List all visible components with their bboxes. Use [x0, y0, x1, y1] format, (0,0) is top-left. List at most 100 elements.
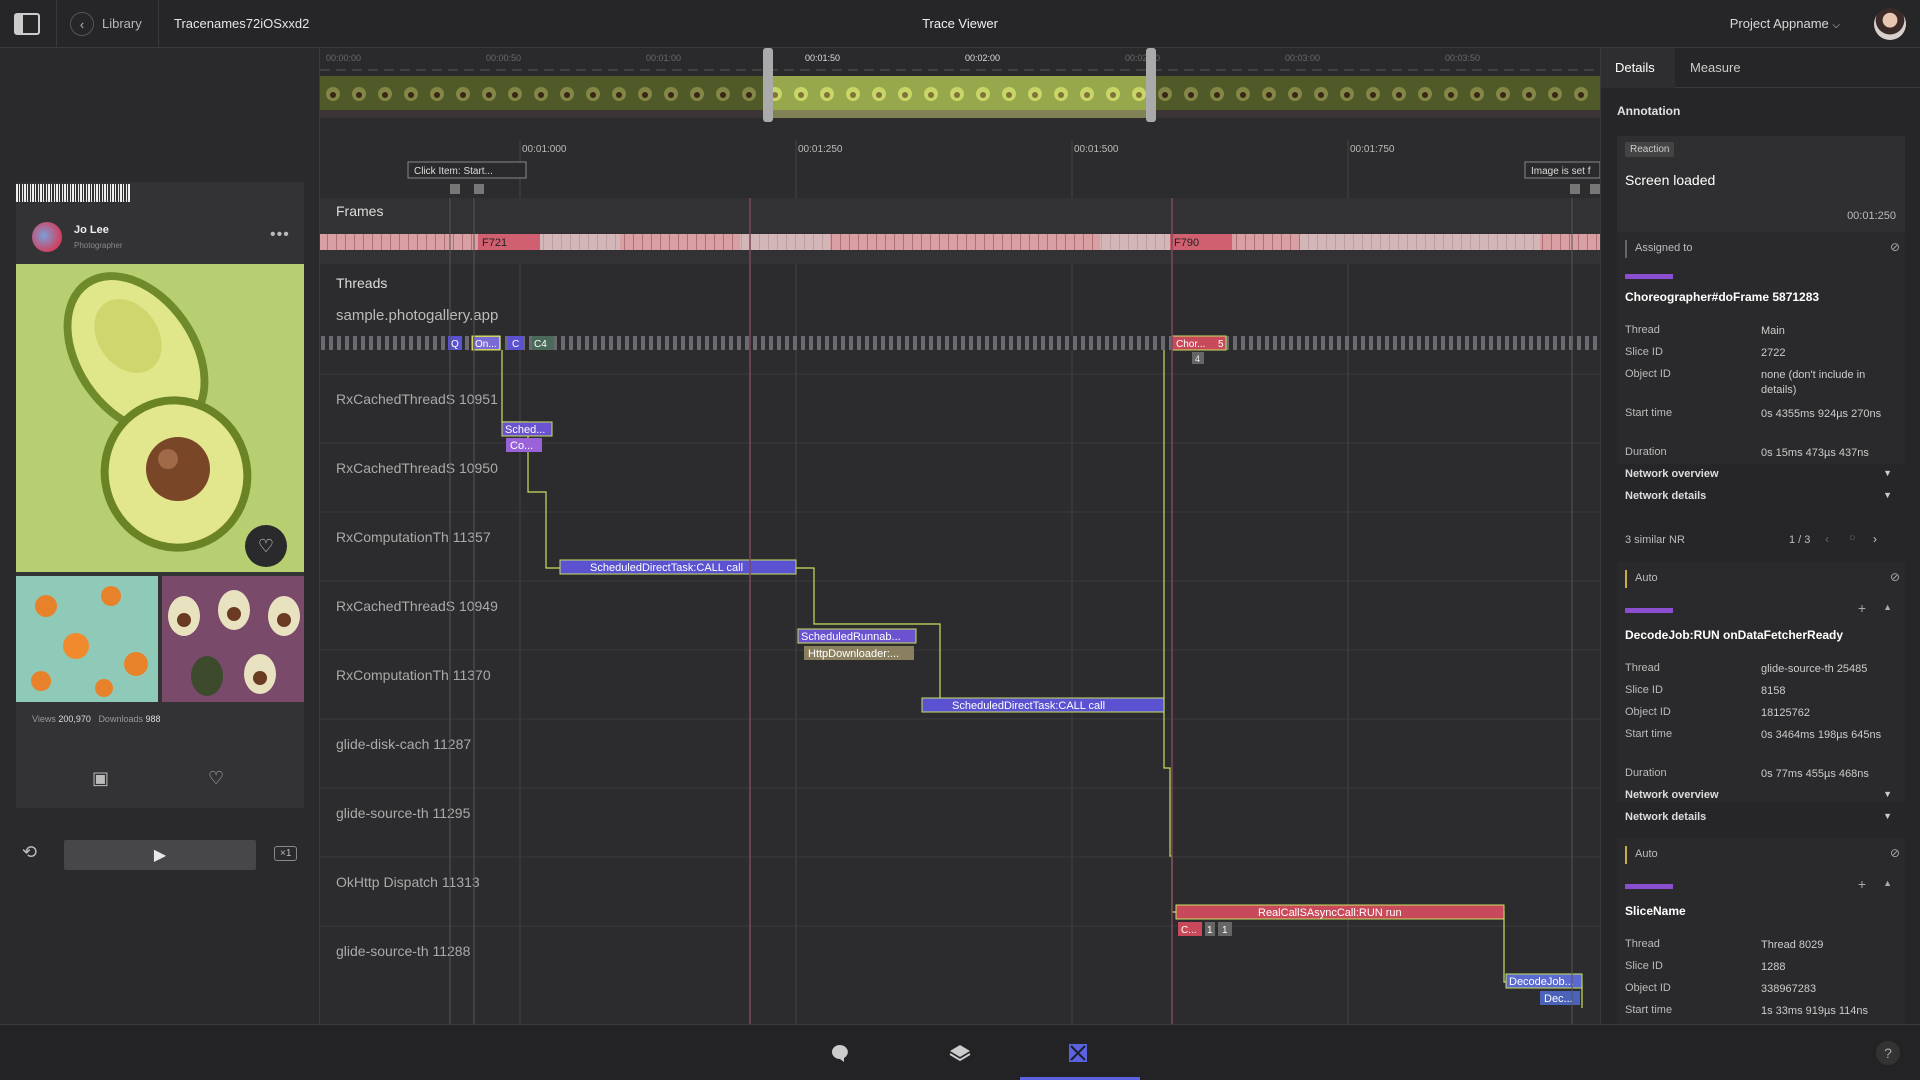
sub-tick: 00:01:000	[522, 144, 567, 155]
pin-marker[interactable]	[1590, 184, 1600, 194]
pin-marker[interactable]	[450, 184, 460, 194]
slice-c-label: C	[512, 339, 519, 350]
network-overview-toggle[interactable]: Network overview	[1625, 789, 1719, 801]
top-tick: 00:02:00	[965, 53, 1000, 63]
detail-value: 18125762	[1761, 707, 1810, 719]
selection-handle-left[interactable]	[763, 48, 773, 122]
more-icon[interactable]: •••	[270, 226, 290, 244]
orange-thumbnail[interactable]	[16, 576, 158, 702]
slice-four-label: 4	[1195, 354, 1200, 364]
user-avatar	[32, 222, 62, 252]
detail-block-decodejob	[1617, 562, 1905, 802]
chevron-down-icon[interactable]: ▼	[1883, 811, 1892, 821]
speed-button[interactable]: ×1	[274, 846, 298, 861]
slice-c4-label: C4	[534, 339, 547, 350]
threads-label: Threads	[336, 275, 387, 291]
link-off-icon[interactable]: ⊘	[1890, 570, 1900, 584]
chevron-down-icon[interactable]: ▼	[1883, 789, 1892, 799]
slice-scheduled-runnable-label: ScheduledRunnab...	[801, 631, 901, 643]
detail-label: Slice ID	[1625, 960, 1663, 972]
detail-value: 0s 77ms 455µs 468ns	[1761, 768, 1869, 780]
divider	[158, 0, 159, 48]
slice-decode-job-label: DecodeJob...	[1509, 976, 1574, 988]
selection-window[interactable]	[768, 76, 1150, 118]
sub-tick: 00:01:500	[1074, 144, 1119, 155]
link-off-icon[interactable]: ⊘	[1890, 240, 1900, 254]
slice-one-b-label: 1	[1222, 925, 1228, 936]
selection-handle-right[interactable]	[1146, 48, 1156, 122]
thread-label: OkHttp Dispatch 11313	[336, 874, 480, 890]
strip-dim-right	[1150, 76, 1600, 118]
circle-icon[interactable]: ○	[1849, 532, 1856, 544]
chevron-right-icon[interactable]: ›	[1873, 532, 1877, 546]
divider	[56, 0, 57, 48]
heart-icon[interactable]: ♡	[245, 525, 287, 567]
avatar[interactable]	[1874, 8, 1906, 40]
frames-track	[320, 198, 1600, 264]
slice-real-call-label: RealCallSAsyncCall:RUN run	[1258, 907, 1402, 919]
detail-label: Slice ID	[1625, 346, 1663, 358]
pin-marker[interactable]	[474, 184, 484, 194]
link-off-icon[interactable]: ⊘	[1890, 846, 1900, 860]
network-overview-toggle[interactable]: Network overview	[1625, 468, 1719, 480]
auto-label: Auto	[1635, 572, 1658, 584]
annotation-title: Screen loaded	[1625, 172, 1716, 188]
help-icon[interactable]: ?	[1876, 1041, 1900, 1065]
tab-details[interactable]: Details	[1615, 60, 1655, 75]
assigned-to-label[interactable]: Assigned to	[1635, 242, 1692, 254]
chevron-left-icon[interactable]: ‹	[1825, 532, 1829, 546]
network-details-toggle[interactable]: Network details	[1625, 811, 1706, 823]
detail-label: Slice ID	[1625, 684, 1663, 696]
slice-http-downloader-label: HttpDownloader:...	[808, 648, 899, 660]
detail-value: 0s 15ms 473µs 437ns	[1761, 447, 1869, 459]
trace-icon[interactable]	[1068, 1043, 1088, 1063]
chevron-up-icon[interactable]: ▲	[1883, 602, 1892, 612]
chevron-down-icon[interactable]: ▼	[1883, 468, 1892, 478]
slice-q-label: Q	[451, 339, 459, 350]
breadcrumb-library[interactable]: Library	[102, 16, 142, 31]
top-tick: 00:03:00	[1285, 53, 1320, 63]
user-role: Photographer	[74, 241, 123, 250]
detail-value: Thread 8029	[1761, 939, 1824, 951]
chevron-left-icon[interactable]: ‹	[70, 12, 94, 36]
chevron-down-icon[interactable]: ▼	[1883, 490, 1892, 500]
detail-value: 0s 3464ms 198µs 645ns	[1761, 729, 1882, 741]
top-tick: 00:01:50	[805, 53, 840, 63]
avocado-pattern-thumbnail[interactable]	[162, 576, 304, 702]
slice-dec-label: Dec...	[1544, 993, 1573, 1005]
heart-icon[interactable]: ♡	[208, 768, 224, 789]
project-selector[interactable]: Project Appname ⌵	[1730, 16, 1840, 31]
plus-icon[interactable]: +	[1858, 876, 1866, 892]
play-icon: ▶	[153, 847, 167, 864]
tab-measure[interactable]: Measure	[1690, 60, 1741, 75]
sub-tick: 00:01:250	[798, 144, 843, 155]
reaction-badge: Reaction	[1625, 142, 1675, 157]
repeat-icon[interactable]: ⟲	[22, 842, 37, 863]
auto-line	[1625, 846, 1627, 864]
detail-value: 1288	[1761, 961, 1786, 973]
assign-line	[1625, 240, 1627, 258]
layers-icon[interactable]	[948, 1043, 972, 1063]
plus-icon[interactable]: +	[1858, 600, 1866, 616]
sidebar-toggle-icon[interactable]	[14, 13, 40, 35]
file-name: Tracenames72iOSxxd2	[174, 16, 310, 31]
slice-name: SliceName	[1625, 904, 1686, 918]
chevron-up-icon[interactable]: ▲	[1883, 878, 1892, 888]
image-icon[interactable]: ▣	[92, 768, 109, 789]
network-details-toggle[interactable]: Network details	[1625, 490, 1706, 502]
chat-icon[interactable]	[830, 1043, 850, 1063]
trace-timeline[interactable]: 00:00:00 00:00:50 00:01:00 00:01:50 00:0…	[320, 48, 1600, 1024]
frame-f790-label: F790	[1174, 237, 1199, 249]
top-tick: 00:01:00	[646, 53, 681, 63]
slice-five-label: 5	[1218, 339, 1224, 350]
detail-label: Start time	[1625, 728, 1673, 740]
views-label: Views	[32, 714, 56, 724]
detail-value: glide-source-th 25485	[1761, 663, 1868, 675]
similar-count: 3 similar NR	[1625, 534, 1685, 546]
top-tick: 00:00:50	[486, 53, 521, 63]
pin-marker[interactable]	[1570, 184, 1580, 194]
play-button[interactable]: ▶	[64, 840, 256, 870]
slice-name: DecodeJob:RUN onDataFetcherReady	[1625, 628, 1844, 642]
barcode	[16, 184, 130, 202]
thread-label: glide-disk-cach 11287	[336, 736, 471, 752]
